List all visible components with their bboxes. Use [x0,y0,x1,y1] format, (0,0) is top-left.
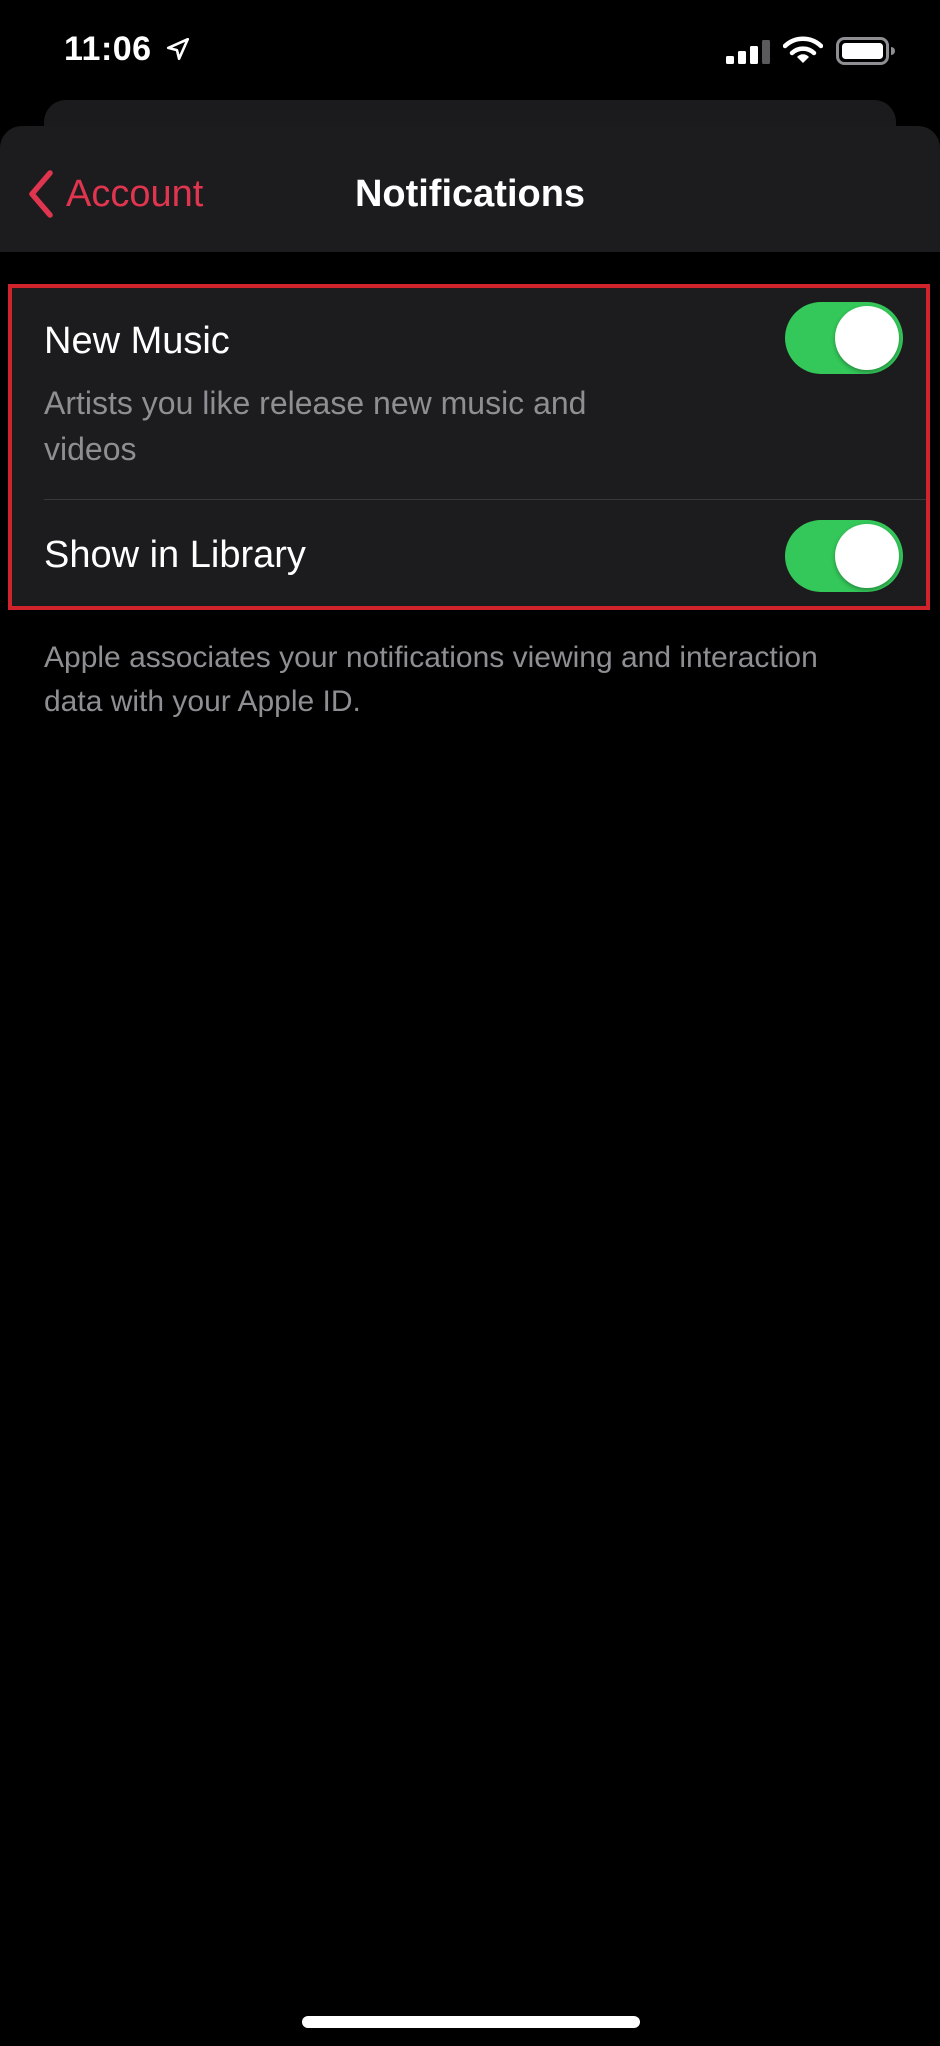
new-music-toggle[interactable] [785,302,903,374]
status-bar: 11:06 [0,0,940,100]
navigation-bar: Account Notifications [0,126,940,252]
notification-settings-group: New Music Artists you like release new m… [8,284,930,610]
home-indicator[interactable] [302,2016,640,2028]
location-arrow-icon [166,37,190,61]
status-time: 11:06 [64,30,152,68]
show-in-library-row: Show in Library [8,500,930,610]
new-music-description: Artists you like release new music and v… [44,385,587,467]
toggle-knob [835,306,899,370]
privacy-footer-note: Apple associates your notifications view… [44,641,818,718]
toggle-knob [835,524,899,588]
new-music-row: New Music Artists you like release new m… [8,284,930,500]
battery-icon [836,37,895,65]
wifi-icon [783,36,823,63]
show-in-library-label: Show in Library [44,534,306,576]
cellular-signal-icon [726,40,770,64]
new-music-label: New Music [44,320,230,362]
show-in-library-toggle[interactable] [785,520,903,592]
page-title: Notifications [354,173,586,215]
